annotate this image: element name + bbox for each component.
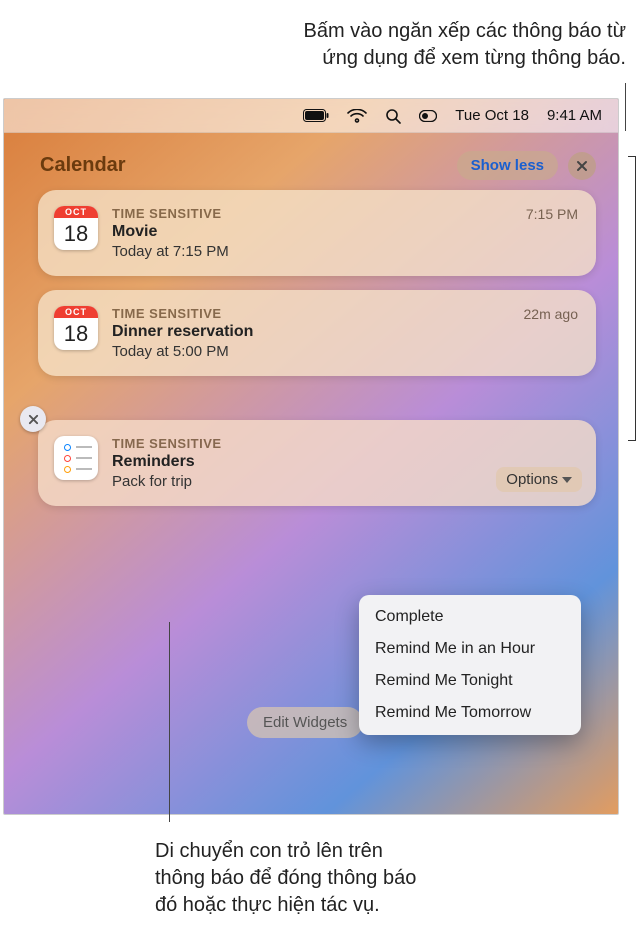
caption-text: Di chuyển con trỏ lên trên bbox=[155, 840, 383, 862]
app-title: Calendar bbox=[40, 154, 126, 177]
show-less-button[interactable]: Show less bbox=[457, 151, 558, 180]
notification-title: Movie bbox=[112, 223, 578, 241]
calendar-icon-month: OCT bbox=[54, 206, 98, 218]
dropdown-item-remind-tonight[interactable]: Remind Me Tonight bbox=[359, 665, 581, 697]
calendar-icon-month: OCT bbox=[54, 306, 98, 318]
time-sensitive-label: TIME SENSITIVE bbox=[112, 206, 578, 221]
dropdown-item-remind-hour[interactable]: Remind Me in an Hour bbox=[359, 633, 581, 665]
wifi-icon[interactable] bbox=[347, 109, 367, 123]
dismiss-group-button[interactable] bbox=[568, 152, 596, 180]
edit-widgets-button[interactable]: Edit Widgets bbox=[247, 707, 363, 738]
callout-line-bottom bbox=[169, 622, 170, 822]
caption-text: ứng dụng để xem từng thông báo. bbox=[322, 47, 626, 69]
reminders-app-icon bbox=[54, 436, 98, 480]
options-button[interactable]: Options bbox=[496, 467, 582, 492]
calendar-icon-day: 18 bbox=[54, 218, 98, 250]
reminder-notification-wrap: TIME SENSITIVE Reminders Pack for trip O… bbox=[38, 420, 596, 506]
caption-text: đó hoặc thực hiện tác vụ. bbox=[155, 894, 380, 916]
notification-card[interactable]: TIME SENSITIVE Reminders Pack for trip O… bbox=[38, 420, 596, 506]
notification-card[interactable]: OCT 18 TIME SENSITIVE Dinner reservation… bbox=[38, 290, 596, 376]
options-dropdown: Complete Remind Me in an Hour Remind Me … bbox=[359, 595, 581, 735]
notification-body: TIME SENSITIVE Movie Today at 7:15 PM bbox=[112, 206, 578, 260]
notification-title: Dinner reservation bbox=[112, 323, 578, 341]
battery-icon[interactable] bbox=[303, 109, 329, 122]
notification-subtitle: Today at 7:15 PM bbox=[112, 243, 578, 260]
close-notification-button[interactable] bbox=[20, 406, 46, 432]
notification-body: TIME SENSITIVE Dinner reservation Today … bbox=[112, 306, 578, 360]
dropdown-item-remind-tomorrow[interactable]: Remind Me Tomorrow bbox=[359, 697, 581, 729]
menu-bar: Tue Oct 18 9:41 AM bbox=[4, 99, 618, 133]
notification-subtitle: Today at 5:00 PM bbox=[112, 343, 578, 360]
dropdown-item-complete[interactable]: Complete bbox=[359, 601, 581, 633]
calendar-app-icon: OCT 18 bbox=[54, 306, 98, 350]
caption-top: Bấm vào ngăn xếp các thông báo từ ứng dụ… bbox=[304, 18, 627, 72]
notification-card[interactable]: OCT 18 TIME SENSITIVE Movie Today at 7:1… bbox=[38, 190, 596, 276]
notification-center: Calendar Show less OCT 18 TIME SENSITIVE… bbox=[4, 133, 618, 516]
caption-text: Bấm vào ngăn xếp các thông báo từ bbox=[304, 20, 627, 42]
notification-center-screenshot: Tue Oct 18 9:41 AM Calendar Show less OC… bbox=[3, 98, 619, 815]
time-sensitive-label: TIME SENSITIVE bbox=[112, 436, 580, 451]
group-header-actions: Show less bbox=[457, 151, 596, 180]
menubar-time[interactable]: 9:41 AM bbox=[547, 107, 602, 124]
menubar-date[interactable]: Tue Oct 18 bbox=[455, 107, 529, 124]
control-center-icon[interactable] bbox=[419, 110, 437, 122]
caption-text: thông báo để đóng thông báo bbox=[155, 867, 416, 889]
notification-group-header: Calendar Show less bbox=[38, 151, 596, 180]
time-sensitive-label: TIME SENSITIVE bbox=[112, 306, 578, 321]
notification-timestamp: 22m ago bbox=[524, 306, 578, 322]
callout-bracket bbox=[628, 156, 636, 441]
chevron-down-icon bbox=[562, 477, 572, 483]
caption-bottom: Di chuyển con trỏ lên trên thông báo để … bbox=[155, 838, 555, 919]
callout-line-top bbox=[625, 83, 626, 131]
options-label: Options bbox=[506, 471, 558, 488]
calendar-icon-day: 18 bbox=[54, 318, 98, 350]
notification-timestamp: 7:15 PM bbox=[526, 206, 578, 222]
spotlight-icon[interactable] bbox=[385, 108, 401, 124]
calendar-app-icon: OCT 18 bbox=[54, 206, 98, 250]
